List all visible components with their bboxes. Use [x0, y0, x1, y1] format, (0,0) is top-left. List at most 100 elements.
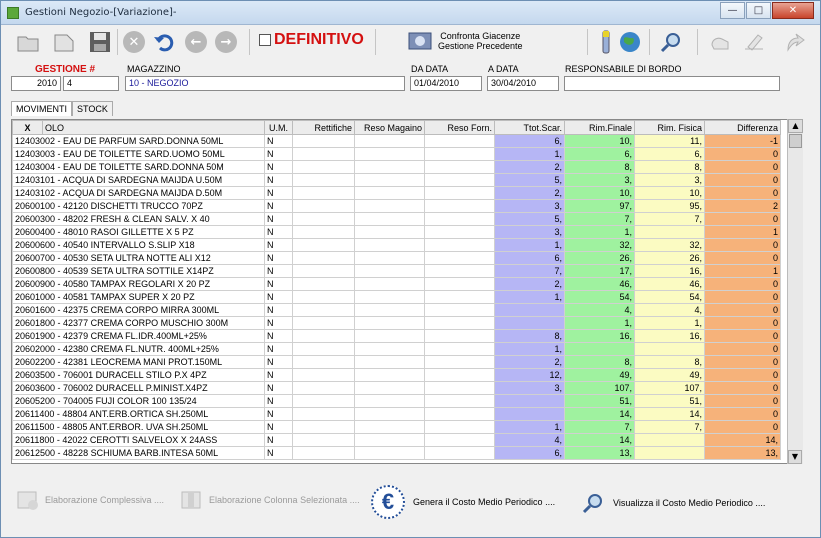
cell-differenza[interactable]: 0	[704, 251, 781, 265]
cell-um[interactable]: N	[264, 394, 293, 408]
table-row[interactable]: 20605200 - 704005 FUJI COLOR 100 135/24 N…	[12, 394, 781, 408]
cell-rim-finale[interactable]: 10,	[564, 186, 635, 200]
cell-differenza[interactable]: 0	[704, 147, 781, 161]
cell-reso-magazzino[interactable]	[354, 199, 425, 213]
cell-um[interactable]: N	[264, 420, 293, 434]
minimize-button[interactable]: —	[720, 2, 745, 19]
table-row[interactable]: 12403003 - EAU DE TOILETTE SARD.UOMO 50M…	[12, 147, 781, 161]
cell-rettifiche[interactable]	[292, 173, 355, 187]
cell-articolo[interactable]: 20602200 - 42381 LEOCREMA MANI PROT.150M…	[12, 355, 265, 369]
cell-articolo[interactable]: 12403004 - EAU DE TOILETTE SARD.DONNA 50…	[12, 160, 265, 174]
sign-disabled-icon[interactable]	[741, 29, 767, 55]
globe-icon[interactable]	[617, 29, 643, 55]
table-row[interactable]: 20611400 - 48804 ANT.ERB.ORTICA SH.250ML…	[12, 407, 781, 421]
cell-reso-fornitore[interactable]	[424, 446, 495, 460]
cell-rim-finale[interactable]: 107,	[564, 381, 635, 395]
cell-um[interactable]: N	[264, 160, 293, 174]
cell-differenza[interactable]: 0	[704, 368, 781, 382]
cell-reso-fornitore[interactable]	[424, 173, 495, 187]
cell-rim-fisica[interactable]: 49,	[634, 368, 705, 382]
cell-rim-fisica[interactable]: 32,	[634, 238, 705, 252]
responsabile-field[interactable]	[564, 76, 780, 91]
cell-um[interactable]: N	[264, 264, 293, 278]
cell-articolo[interactable]: 20602000 - 42380 CREMA FL.NUTR. 400ML+25…	[12, 342, 265, 356]
header-rim-fisica[interactable]: Rim. Fisica	[634, 120, 705, 135]
cell-differenza[interactable]: 0	[704, 186, 781, 200]
cell-rim-finale[interactable]: 26,	[564, 251, 635, 265]
close-button[interactable]: ✕	[772, 2, 814, 19]
cell-reso-magazzino[interactable]	[354, 290, 425, 304]
cell-articolo[interactable]: 20603600 - 706002 DURACELL P.MINIST.X4PZ	[12, 381, 265, 395]
cell-rim-fisica[interactable]: 10,	[634, 186, 705, 200]
table-row[interactable]: 20600600 - 40540 INTERVALLO S.SLIP X18 N 1…	[12, 238, 781, 252]
cell-reso-magazzino[interactable]	[354, 407, 425, 421]
cell-rettifiche[interactable]	[292, 329, 355, 343]
cell-rim-fisica[interactable]: 6,	[634, 147, 705, 161]
definitivo-checkbox[interactable]: DEFINITIVO	[259, 31, 364, 49]
table-row[interactable]: 20600300 - 48202 FRESH & CLEAN SALV. X 4…	[12, 212, 781, 226]
cell-reso-fornitore[interactable]	[424, 251, 495, 265]
open-file-icon[interactable]	[51, 29, 77, 55]
cell-rettifiche[interactable]	[292, 147, 355, 161]
search-magnifier-icon[interactable]	[659, 29, 685, 55]
cell-rettifiche[interactable]	[292, 160, 355, 174]
cell-rim-finale[interactable]: 1,	[564, 225, 635, 239]
table-row[interactable]: 12403102 - ACQUA DI SARDEGNA MAIJDA D.50…	[12, 186, 781, 200]
cell-differenza[interactable]: 0	[704, 381, 781, 395]
cell-um[interactable]: N	[264, 173, 293, 187]
cell-differenza[interactable]: 0	[704, 316, 781, 330]
cell-um[interactable]: N	[264, 342, 293, 356]
cell-tot-scarico[interactable]: 6,	[494, 134, 565, 148]
cell-rettifiche[interactable]	[292, 355, 355, 369]
header-um[interactable]: U.M.	[264, 120, 293, 135]
cell-articolo[interactable]: 20601600 - 42375 CREMA CORPO MIRRA 300ML	[12, 303, 265, 317]
cell-tot-scarico[interactable]: 8,	[494, 329, 565, 343]
cell-articolo[interactable]: 20612500 - 48228 SCHIUMA BARB.INTESA 50M…	[12, 446, 265, 460]
cell-differenza[interactable]: 0	[704, 238, 781, 252]
cell-rim-finale[interactable]: 54,	[564, 290, 635, 304]
cell-um[interactable]: N	[264, 290, 293, 304]
cell-articolo[interactable]: 20601800 - 42377 CREMA CORPO MUSCHIO 300…	[12, 316, 265, 330]
cell-rettifiche[interactable]	[292, 368, 355, 382]
cell-rettifiche[interactable]	[292, 342, 355, 356]
cell-reso-fornitore[interactable]	[424, 160, 495, 174]
magazzino-field[interactable]: 10 - NEGOZIO	[125, 76, 405, 91]
cell-reso-fornitore[interactable]	[424, 225, 495, 239]
cell-rettifiche[interactable]	[292, 225, 355, 239]
cell-tot-scarico[interactable]: 2,	[494, 160, 565, 174]
cell-rim-finale[interactable]: 1,	[564, 316, 635, 330]
cell-rim-fisica[interactable]: 16,	[634, 329, 705, 343]
cell-articolo[interactable]: 12403101 - ACQUA DI SARDEGNA MAIJDA U.50…	[12, 173, 265, 187]
scroll-down-arrow-icon[interactable]: ▼	[788, 450, 802, 464]
cell-um[interactable]: N	[264, 368, 293, 382]
cell-differenza[interactable]: 14,	[704, 433, 781, 447]
cell-rim-fisica[interactable]: 1,	[634, 316, 705, 330]
cell-um[interactable]: N	[264, 303, 293, 317]
cell-um[interactable]: N	[264, 316, 293, 330]
table-row[interactable]: 20601000 - 40581 TAMPAX SUPER X 20 PZ N 1,…	[12, 290, 781, 304]
cell-reso-fornitore[interactable]	[424, 290, 495, 304]
table-row[interactable]: 20612500 - 48228 SCHIUMA BARB.INTESA 50M…	[12, 446, 781, 460]
cell-rettifiche[interactable]	[292, 290, 355, 304]
cell-rim-fisica[interactable]: 8,	[634, 355, 705, 369]
cell-reso-fornitore[interactable]	[424, 394, 495, 408]
cell-articolo[interactable]: 20611400 - 48804 ANT.ERB.ORTICA SH.250ML	[12, 407, 265, 421]
cell-differenza[interactable]: 0	[704, 355, 781, 369]
cell-rim-fisica[interactable]: 7,	[634, 420, 705, 434]
cell-tot-scarico[interactable]: 6,	[494, 446, 565, 460]
cell-um[interactable]: N	[264, 329, 293, 343]
cell-tot-scarico[interactable]: 2,	[494, 277, 565, 291]
header-differenza[interactable]: Differenza	[704, 120, 781, 135]
open-folder-icon[interactable]	[15, 29, 41, 55]
cell-rettifiche[interactable]	[292, 316, 355, 330]
hand-disabled-icon[interactable]	[707, 29, 733, 55]
cell-um[interactable]: N	[264, 238, 293, 252]
elaborazione-colonna-button[interactable]: Elaborazione Colonna Selezionata ....	[179, 487, 360, 513]
cell-reso-magazzino[interactable]	[354, 277, 425, 291]
cell-reso-fornitore[interactable]	[424, 407, 495, 421]
cell-differenza[interactable]: 0	[704, 212, 781, 226]
cell-tot-scarico[interactable]: 1,	[494, 238, 565, 252]
cell-rim-fisica[interactable]: 7,	[634, 212, 705, 226]
cell-rim-finale[interactable]	[564, 342, 635, 356]
cell-differenza[interactable]: 0	[704, 173, 781, 187]
